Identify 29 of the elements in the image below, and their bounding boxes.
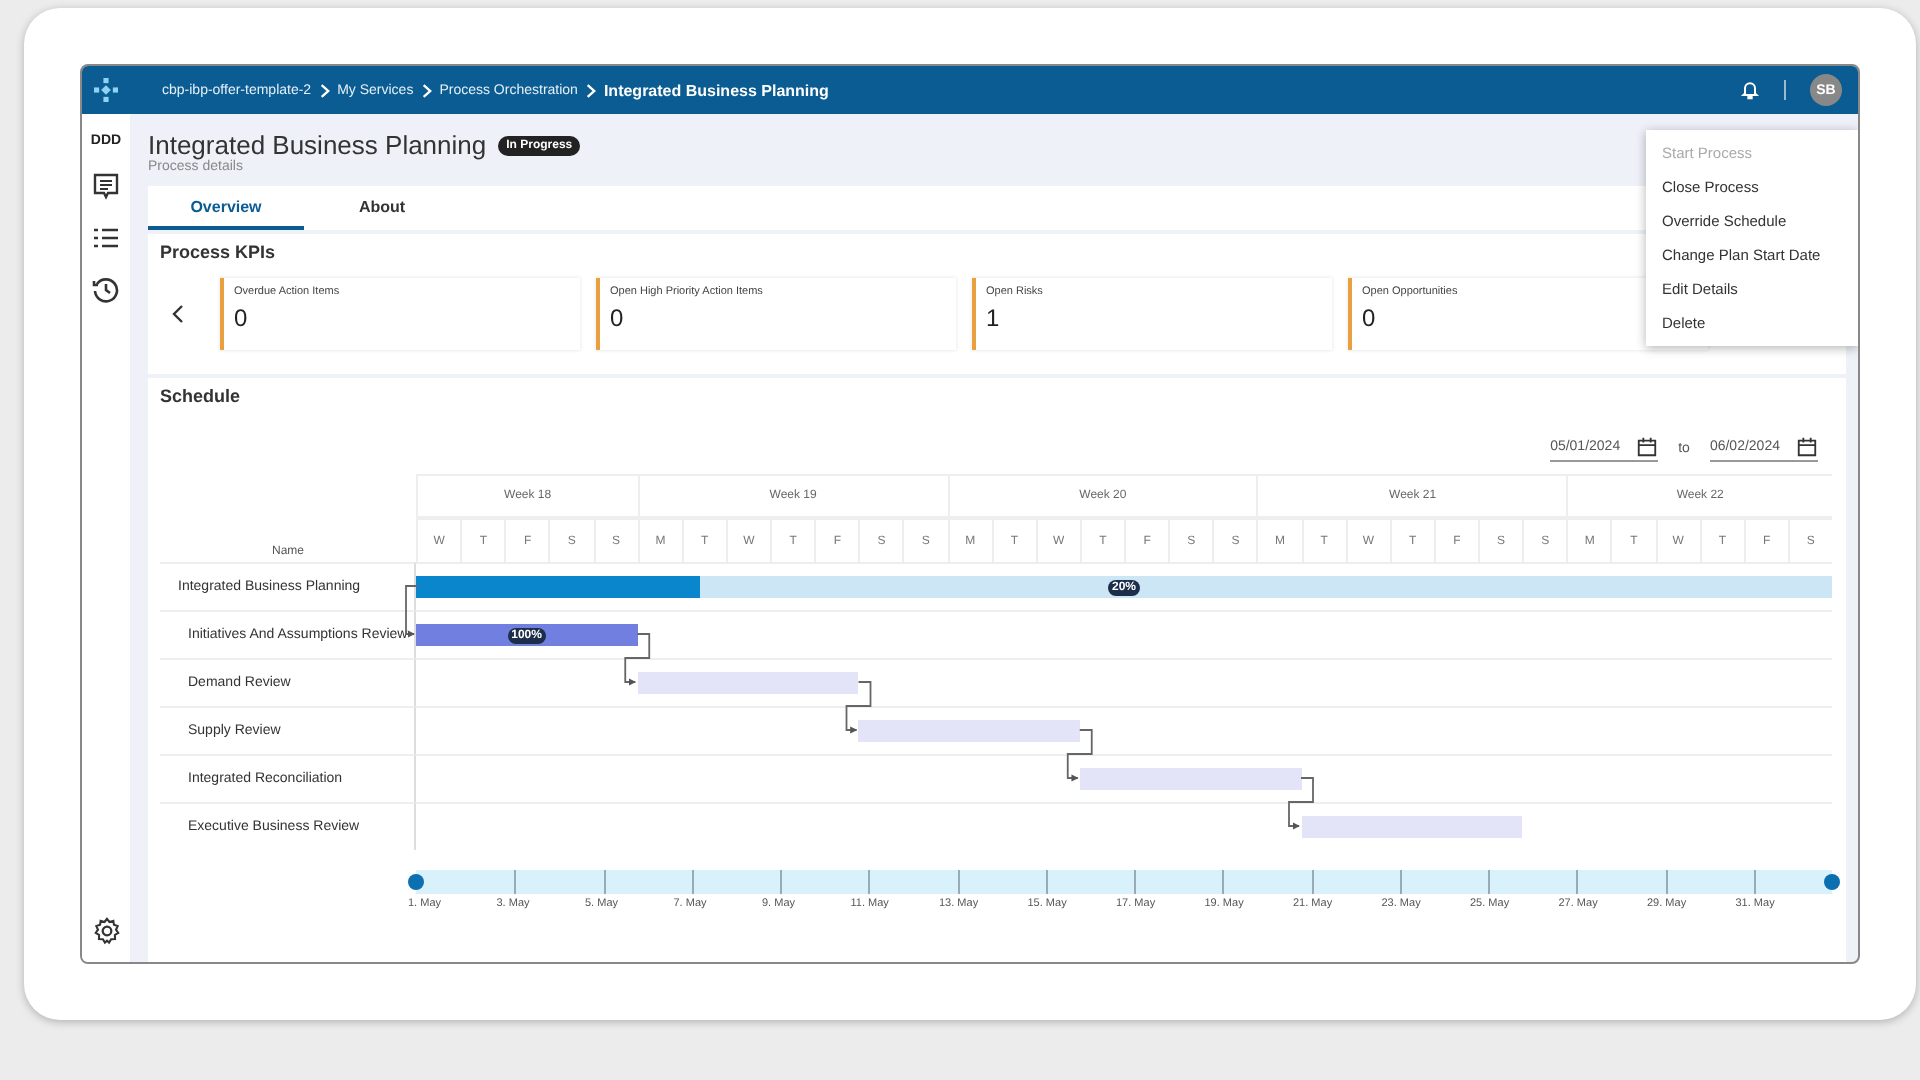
- dependency-arrow: [1288, 777, 1314, 830]
- checklist-icon[interactable]: [92, 224, 120, 252]
- settings-icon[interactable]: [91, 916, 121, 946]
- kpi-value: 1: [986, 304, 1000, 332]
- range-handle[interactable]: [1824, 874, 1840, 890]
- section-title: Process KPIs: [160, 242, 276, 262]
- tab[interactable]: Overview: [148, 186, 304, 230]
- chevron-right-icon: [421, 83, 432, 97]
- app-logo-icon: [94, 78, 118, 102]
- dependency-arrow: [845, 681, 872, 734]
- dependency-arrow: [624, 633, 651, 686]
- comment-list-icon[interactable]: [92, 172, 120, 200]
- tab[interactable]: About: [304, 186, 460, 230]
- range-handle[interactable]: [408, 874, 424, 890]
- kpi-value: 0: [234, 304, 248, 332]
- calendar-icon: [1636, 436, 1659, 458]
- dependency-arrow: [1066, 729, 1093, 782]
- chevron-right-icon: [319, 83, 330, 97]
- breadcrumb-link[interactable]: Integrated Business Planning: [603, 81, 829, 99]
- chevron-right-icon: [585, 83, 596, 97]
- section-title: Schedule: [160, 386, 241, 406]
- history-icon[interactable]: [92, 276, 120, 304]
- kpi-value: 0: [1362, 304, 1376, 332]
- calendar-icon: [1796, 436, 1818, 458]
- bell-icon[interactable]: [1740, 80, 1760, 100]
- chevron-left-icon[interactable]: [172, 304, 184, 324]
- dependency-arrow: [405, 585, 419, 638]
- kpi-value: 0: [610, 304, 624, 332]
- page-title: Integrated Business Planning: [148, 130, 487, 160]
